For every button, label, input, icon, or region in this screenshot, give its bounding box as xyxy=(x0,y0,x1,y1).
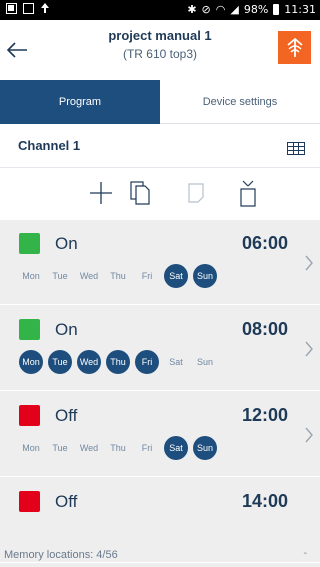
tab-device-settings[interactable]: Device settings xyxy=(160,80,320,124)
signal-icon: ◢ xyxy=(230,3,239,16)
day-sat: Sat xyxy=(164,264,188,288)
day-thu: Thu xyxy=(106,350,130,374)
channel-label: Channel 1 xyxy=(18,138,81,153)
program-time: 14:00 xyxy=(241,491,288,511)
day-sun: Sun xyxy=(193,436,217,460)
day-sat: Sat xyxy=(169,357,183,367)
day-wed: Wed xyxy=(79,443,99,453)
day-sun: Sun xyxy=(196,357,213,367)
state-on-indicator xyxy=(19,319,40,340)
bluetooth-icon: ✱ xyxy=(187,3,197,16)
day-fri: Fri xyxy=(135,350,159,374)
day-fri: Fri xyxy=(141,443,153,453)
program-list: On 06:00 Mon Tue Wed Thu Fri Sat Sun On … xyxy=(0,220,320,567)
transfer-upload-icon xyxy=(286,37,303,57)
channel-selector[interactable]: Channel 1 xyxy=(0,124,320,168)
program-toolbar xyxy=(0,168,320,220)
day-tue: Tue xyxy=(52,271,68,281)
day-thu: Thu xyxy=(110,443,126,453)
program-state: On xyxy=(55,234,78,253)
gallery-icon xyxy=(6,3,17,14)
program-time: 12:00 xyxy=(241,405,288,425)
program-item[interactable]: On 08:00 Mon Tue Wed Thu Fri Sat Sun xyxy=(0,306,320,391)
clock: 11:31 xyxy=(284,3,316,16)
program-item[interactable]: On 06:00 Mon Tue Wed Thu Fri Sat Sun xyxy=(0,220,320,305)
program-state: On xyxy=(55,320,78,339)
day-thu: Thu xyxy=(110,271,126,281)
memory-locations: Memory locations: 4/56 xyxy=(4,549,118,561)
tab-bar: Program Device settings xyxy=(0,80,320,124)
program-time: 06:00 xyxy=(241,233,288,253)
chevron-right-icon xyxy=(305,427,313,443)
grid-view-icon[interactable] xyxy=(287,140,305,155)
battery-icon xyxy=(273,4,280,15)
delete-button[interactable] xyxy=(234,178,262,208)
program-state: Off xyxy=(55,492,78,511)
paste-button[interactable] xyxy=(182,178,210,208)
tab-program[interactable]: Program xyxy=(0,80,160,124)
state-on-indicator xyxy=(19,233,40,254)
chevron-right-icon xyxy=(305,255,313,271)
app-header: project manual 1 (TR 610 top3) xyxy=(0,20,320,80)
status-bar: ✱ ⊘ ◠ ◢ 98% 11:31 xyxy=(0,0,320,20)
transfer-button[interactable] xyxy=(278,31,311,64)
day-fri: Fri xyxy=(141,271,153,281)
screenshot-icon xyxy=(23,3,34,14)
copy-button[interactable] xyxy=(126,178,154,208)
upload-icon xyxy=(40,3,50,15)
day-tue: Tue xyxy=(52,443,68,453)
day-wed: Wed xyxy=(79,271,99,281)
add-icon xyxy=(90,182,112,204)
scroll-indicator: - xyxy=(303,548,307,559)
battery-percent: 98% xyxy=(243,3,269,16)
page-subtitle: (TR 610 top3) xyxy=(122,47,198,61)
wifi-icon: ◠ xyxy=(215,3,226,16)
mute-icon: ⊘ xyxy=(201,3,211,16)
paste-icon xyxy=(188,183,204,203)
day-wed: Wed xyxy=(77,350,101,374)
copy-icon xyxy=(130,181,150,205)
day-mon: Mon xyxy=(22,443,40,453)
day-sat: Sat xyxy=(164,436,188,460)
day-tue: Tue xyxy=(48,350,72,374)
day-mon: Mon xyxy=(22,271,40,281)
page-title: project manual 1 xyxy=(108,28,212,43)
chevron-right-icon xyxy=(305,341,313,357)
program-time: 08:00 xyxy=(241,319,288,339)
program-state: Off xyxy=(55,406,78,425)
state-off-indicator xyxy=(19,491,40,512)
day-sun: Sun xyxy=(193,264,217,288)
add-button[interactable] xyxy=(87,178,115,208)
status-icons-left xyxy=(6,3,50,15)
status-icons-right: ✱ ⊘ ◠ ◢ 98% 11:31 xyxy=(187,3,316,16)
day-mon: Mon xyxy=(19,350,43,374)
delete-icon xyxy=(240,180,256,207)
program-item[interactable]: Off 12:00 Mon Tue Wed Thu Fri Sat Sun xyxy=(0,392,320,477)
state-off-indicator xyxy=(19,405,40,426)
